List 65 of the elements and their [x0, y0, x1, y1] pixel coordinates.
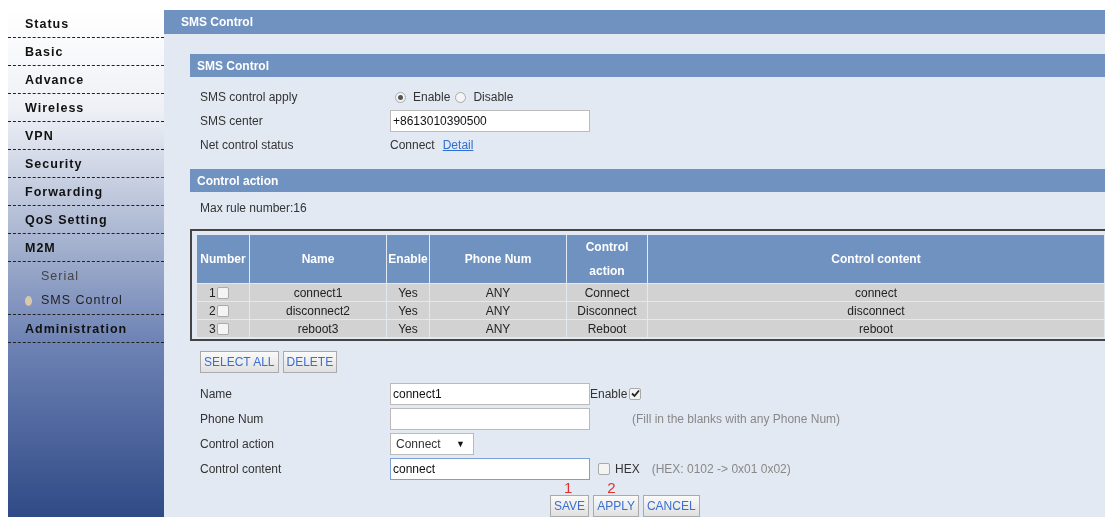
enable-checkbox[interactable] — [629, 387, 642, 400]
table-cell: disconnect — [647, 301, 1105, 320]
table-cell: Yes — [386, 283, 430, 302]
save-button[interactable]: SAVE — [550, 495, 590, 517]
page-title: SMS Control — [164, 10, 1105, 34]
radio-label: Enable — [413, 90, 451, 104]
status-text: Connect — [390, 138, 435, 152]
field-label: Control action — [200, 436, 276, 451]
table-cell: ANY — [429, 283, 567, 302]
detail-link[interactable]: Detail — [442, 138, 474, 152]
dropdown[interactable]: Connect ▼ — [390, 432, 474, 455]
input-field[interactable]: +8613010390500 — [390, 110, 590, 132]
field-label: SMS control apply — [200, 90, 299, 104]
row-number: 1 — [209, 285, 216, 300]
column-header: Control content — [647, 235, 1105, 284]
row-checkbox[interactable] — [216, 286, 229, 299]
row-checkbox[interactable] — [216, 304, 229, 317]
annotation-number: 2 — [607, 480, 616, 495]
sidebar-subitem[interactable]: Serial — [8, 264, 164, 288]
section-header: SMS Control — [190, 54, 1105, 77]
table-cell: Disconnect — [566, 301, 648, 320]
row-number: 2 — [209, 303, 216, 318]
bullet-icon — [25, 296, 32, 306]
table-cell: connect — [647, 283, 1105, 302]
radio-button[interactable] — [395, 91, 406, 103]
checkbox-label: Enable — [590, 386, 628, 401]
row-checkbox[interactable] — [216, 322, 229, 335]
hint-text: (Fill in the blanks with any Phone Num) — [632, 411, 841, 426]
annotation-number: 1 — [564, 480, 573, 495]
field-label: Control content — [200, 461, 283, 476]
delete-button[interactable]: DELETE — [282, 351, 338, 373]
field-label: Phone Num — [200, 411, 265, 426]
table-cell: Connect — [566, 283, 648, 302]
table-cell: ANY — [429, 319, 567, 337]
input-field[interactable] — [390, 407, 590, 430]
hex-checkbox[interactable] — [598, 462, 610, 475]
table-cell: reboot3 — [249, 319, 387, 337]
table-cell: Reboot — [566, 319, 648, 337]
input-field[interactable]: connect1 — [390, 382, 590, 405]
column-header: Enable — [386, 235, 430, 284]
field-label: SMS center — [200, 114, 264, 128]
column-header: Phone Num — [429, 235, 567, 284]
table-cell: ANY — [429, 301, 567, 320]
max-rule-text: Max rule number:16 — [200, 201, 307, 215]
radio-label: Disable — [473, 90, 514, 104]
table-cell: disconnect2 — [249, 301, 387, 320]
column-header: Control action — [566, 235, 648, 284]
table-cell: Yes — [386, 319, 430, 337]
cancel-button[interactable]: CANCEL — [642, 495, 700, 517]
sidebar-subitem[interactable]: SMS Control — [8, 288, 164, 312]
input-field[interactable]: connect — [390, 457, 590, 480]
section-header: Control action — [190, 169, 1105, 192]
select-all-button[interactable]: SELECT ALL — [200, 351, 279, 373]
row-number: 3 — [209, 321, 216, 336]
field-label: Name — [200, 386, 233, 401]
column-header: Number — [197, 235, 250, 284]
table-cell: connect1 — [249, 283, 387, 302]
radio-button[interactable] — [455, 91, 467, 103]
table-cell: reboot — [647, 319, 1105, 337]
apply-button[interactable]: APPLY — [593, 495, 639, 517]
table-cell: Yes — [386, 301, 430, 320]
column-header: Name — [249, 235, 387, 284]
field-label: Net control status — [200, 138, 295, 152]
hint-text: (HEX: 0102 -> 0x01 0x02) — [651, 461, 791, 476]
checkbox-label: HEX — [615, 461, 640, 476]
